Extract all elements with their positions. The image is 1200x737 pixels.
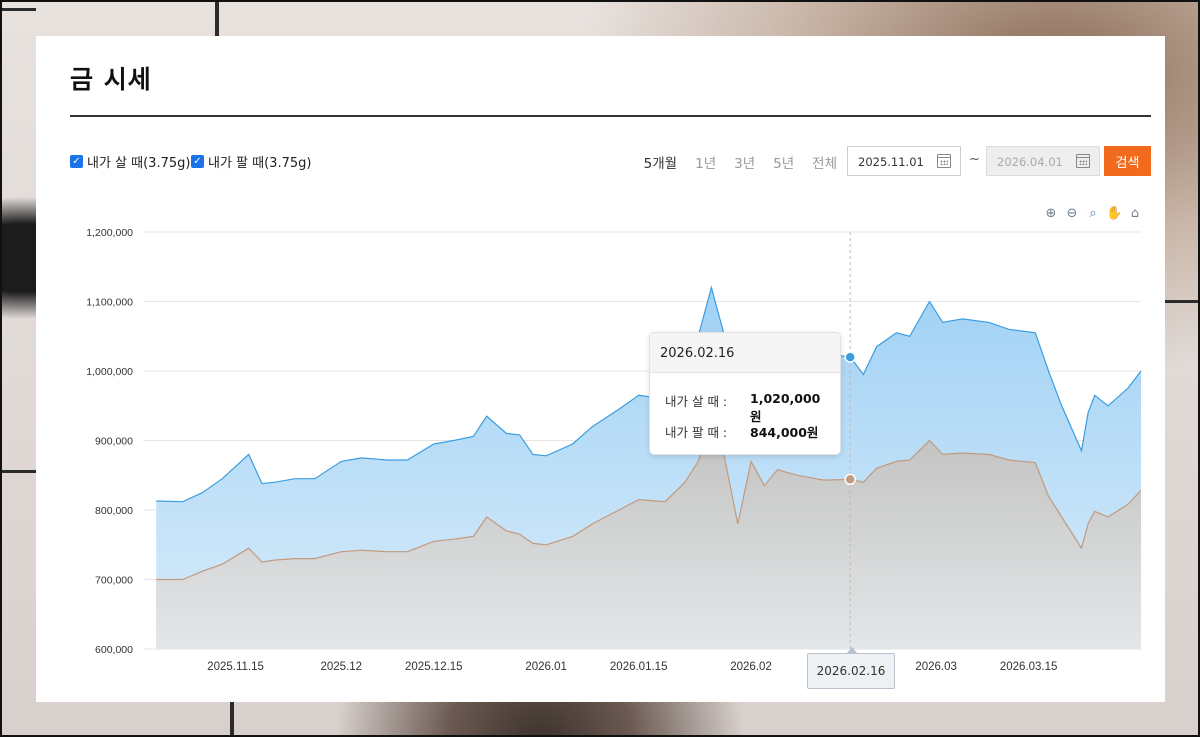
x-tick-label: 2026.03.15 <box>1000 661 1058 673</box>
x-tick-label: 2026.02 <box>730 661 772 673</box>
x-tick-label: 2026.03 <box>915 661 957 673</box>
y-tick-label: 900,000 <box>95 436 133 448</box>
x-tick-label: 2025.12 <box>320 661 362 673</box>
x-tick-label: 2025.11.15 <box>207 661 264 673</box>
x-tick-label: 2026.01 <box>525 661 567 673</box>
tooltip-row-buy: 내가 살 때 : 1,020,000원 <box>665 391 830 424</box>
chart-tooltip: 2026.02.16 내가 살 때 : 1,020,000원 내가 팔 때 : … <box>649 332 841 455</box>
buy-point-marker <box>844 351 856 363</box>
tooltip-label-buy: 내가 살 때 : <box>665 394 728 409</box>
tooltip-date: 2026.02.16 <box>650 333 840 373</box>
x-tick-label: 2026.01.15 <box>610 661 668 673</box>
y-axis-ticks: 600,000 700,000 800,000 900,000 1,000,000 1,1… <box>86 227 133 656</box>
gold-price-chart[interactable]: 600,000 700,000 800,000 900,000 1,000,000 1,1… <box>36 36 1165 702</box>
gold-price-panel: 금 시세 ✓ 내가 살 때(3.75g) ✓ 내가 팔 때(3.75g) 5개월… <box>36 36 1165 702</box>
y-tick-label: 700,000 <box>95 575 133 587</box>
x-axis-ticks: 2025.11.15 2025.12 2025.12.15 2026.01 2026.0… <box>207 661 1057 673</box>
x-axis-highlight-label: 2026.02.16 <box>807 647 895 689</box>
x-tick-label: 2025.12.15 <box>405 661 463 673</box>
y-tick-label: 600,000 <box>95 644 133 656</box>
y-tick-label: 1,100,000 <box>86 297 133 309</box>
tooltip-value-sell: 844,000원 <box>750 425 819 440</box>
y-tick-label: 1,200,000 <box>86 227 133 239</box>
tooltip-row-sell: 내가 팔 때 : 844,000원 <box>665 422 830 441</box>
y-tick-label: 800,000 <box>95 505 133 517</box>
sell-point-marker <box>844 473 856 486</box>
tooltip-value-buy: 1,020,000원 <box>750 391 821 424</box>
y-tick-label: 1,000,000 <box>86 366 133 378</box>
tooltip-label-sell: 내가 팔 때 : <box>665 425 728 440</box>
